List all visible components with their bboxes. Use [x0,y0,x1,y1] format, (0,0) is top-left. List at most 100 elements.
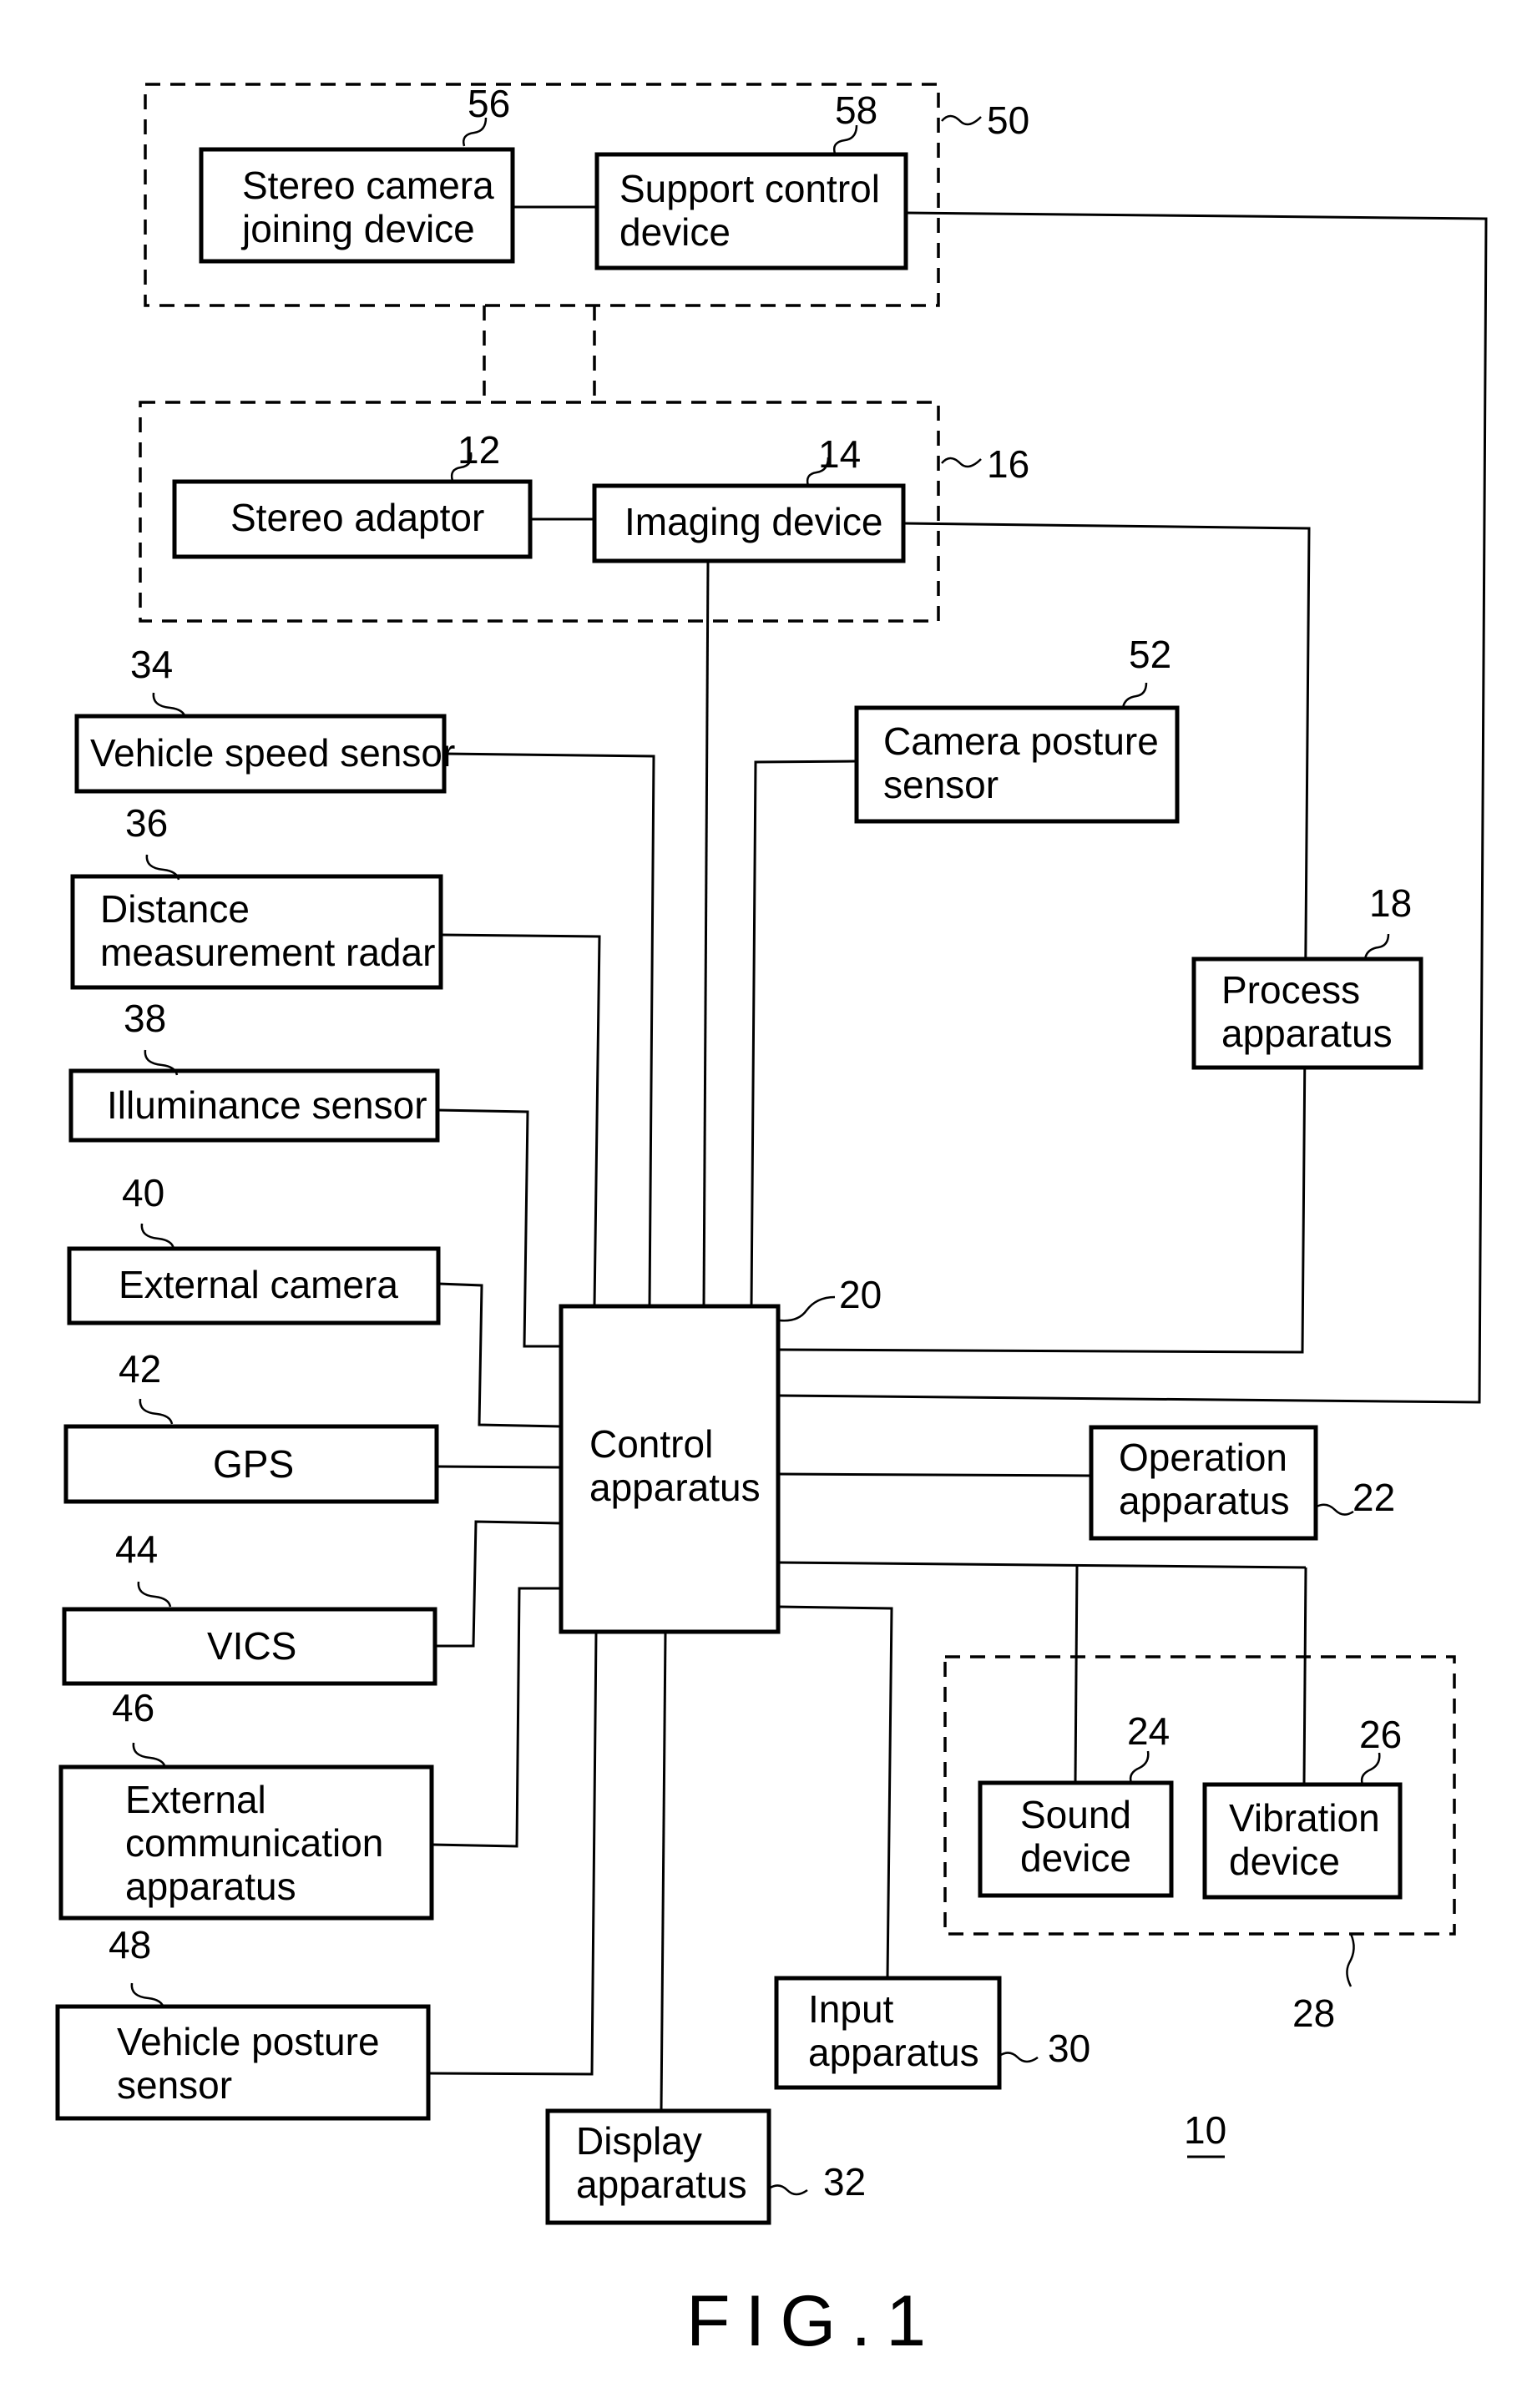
camera-posture-sensor-label-line: sensor [883,763,999,806]
leader-26 [1360,1752,1381,1785]
block-support-control: Support controldevice [594,152,908,270]
camera-posture-sensor-label-line: Camera posture [883,719,1159,763]
block-vehicle-speed-sensor: Vehicle speed sensor [74,714,455,794]
ref-24: 24 [1127,1709,1170,1753]
wire-speed-control [443,752,655,1307]
stereo-camera-joining-label-line: joining device [240,207,475,250]
block-sound-device: Sounddevice [978,1780,1174,1898]
block-camera-posture-sensor: Camera posturesensor [854,705,1180,824]
wire-cposture-control [750,760,857,1307]
leader-40 [140,1223,175,1249]
block-stereo-adaptor: Stereo adaptor [172,479,533,559]
wire-extcomm-control [431,1587,561,1848]
control-apparatus-label-line: Control [589,1422,713,1466]
ref-12: 12 [458,428,500,472]
distance-radar-label-line: Distance [100,887,250,931]
leader-44 [137,1581,172,1608]
ref-40: 40 [122,1171,164,1214]
block-diagram: Stereo camerajoining device Support contr… [55,82,1488,2361]
block-imaging-device: Imaging device [592,483,906,563]
ref-46: 46 [112,1686,154,1729]
block-gps: GPS [63,1424,439,1504]
vehicle-speed-sensor-label-line: Vehicle speed sensor [90,731,455,775]
ref-20: 20 [839,1273,882,1316]
operation-apparatus-label-line: Operation [1119,1436,1287,1479]
leader-16 [941,457,982,468]
wire-imaging-process-control [777,522,1311,1354]
leader-50 [941,114,982,126]
leader-18 [1363,933,1390,960]
vibration-device-label-line: Vibration [1229,1796,1380,1840]
ref-38: 38 [124,997,166,1040]
wire-vics-control [435,1520,562,1648]
external-communication-label-line: External [125,1778,266,1821]
block-external-communication: Externalcommunicationapparatus [58,1764,434,1921]
ref-16: 16 [987,442,1029,486]
sound-device-label-line: Sound [1020,1793,1131,1836]
sound-device-label-line: device [1020,1836,1131,1880]
wire-control-alert-bus [777,1561,1307,1569]
ref-30: 30 [1048,2027,1090,2070]
process-apparatus-label-line: Process [1221,968,1360,1012]
wire-bus-vibration [1302,1567,1307,1785]
ref-18: 18 [1369,881,1412,925]
block-distance-radar: Distancemeasurement radar [70,874,443,990]
display-apparatus-label-line: apparatus [576,2163,747,2206]
block-input-apparatus: Inputapparatus [774,1976,1002,2090]
gps-label-line: GPS [213,1442,294,1486]
external-communication-label-line: apparatus [125,1865,296,1908]
ref-50: 50 [987,98,1029,142]
illuminance-sensor-label-line: Illuminance sensor [107,1083,427,1127]
leader-20 [779,1295,836,1322]
distance-radar-label-line: measurement radar [100,931,435,974]
ref-22: 22 [1353,1476,1395,1519]
wire-imaging-control [702,560,710,1307]
display-apparatus-label-line: Display [576,2119,702,2163]
external-camera-label-line: External camera [119,1263,398,1306]
block-stereo-camera-joining: Stereo camerajoining device [199,147,515,264]
ref-36: 36 [125,801,168,845]
block-control-apparatus: Controlapparatus [559,1304,781,1634]
ref-28: 28 [1292,1992,1335,2035]
leader-28 [1346,1933,1355,1987]
figure-caption: FIG.1 [686,2281,941,2361]
ref-48: 48 [109,1923,151,1966]
block-display-apparatus: Displayapparatus [545,2108,771,2225]
vibration-device-label-line: device [1229,1840,1340,1883]
imaging-device-label-line: Imaging device [624,500,882,543]
leader-30 [999,2052,1039,2063]
leader-52 [1121,682,1148,709]
ref-44: 44 [115,1527,158,1571]
vics-label-line: VICS [207,1624,296,1668]
ref-32: 32 [823,2160,866,2204]
support-control-label-line: Support control [619,167,880,210]
leader-32 [768,2184,808,2196]
block-vibration-device: Vibrationdevice [1202,1782,1403,1900]
wire-illuminance-control [437,1108,561,1348]
ref-34: 34 [130,643,173,686]
block-external-camera: External camera [67,1246,441,1325]
block-vics: VICS [62,1607,437,1686]
wire-vposture-control [427,1631,598,2076]
wire-bus-sound [1074,1564,1079,1784]
block-process-apparatus: Processapparatus [1191,957,1423,1070]
leader-46 [132,1742,167,1769]
ref-56: 56 [468,82,510,125]
wire-control-operation [777,1472,1092,1477]
block-operation-apparatus: Operationapparatus [1089,1425,1318,1541]
stereo-camera-joining-label-line: Stereo camera [242,164,494,207]
stereo-adaptor-label-line: Stereo adaptor [230,496,484,539]
wire-camera-control [437,1282,562,1428]
operation-apparatus-label-line: apparatus [1119,1479,1290,1522]
wire-radar-control [440,933,601,1307]
ref-52: 52 [1129,633,1171,676]
ref-42: 42 [119,1347,161,1391]
external-communication-label-line: communication [125,1821,383,1865]
process-apparatus-label-line: apparatus [1221,1012,1393,1055]
support-control-label-line: device [619,210,731,254]
vehicle-posture-sensor-label-line: Vehicle posture [117,2020,380,2063]
block-illuminance-sensor: Illuminance sensor [68,1068,440,1143]
wire-control-input [777,1605,893,1979]
leader-42 [139,1398,174,1425]
block-vehicle-posture-sensor: Vehicle posturesensor [55,2004,431,2121]
